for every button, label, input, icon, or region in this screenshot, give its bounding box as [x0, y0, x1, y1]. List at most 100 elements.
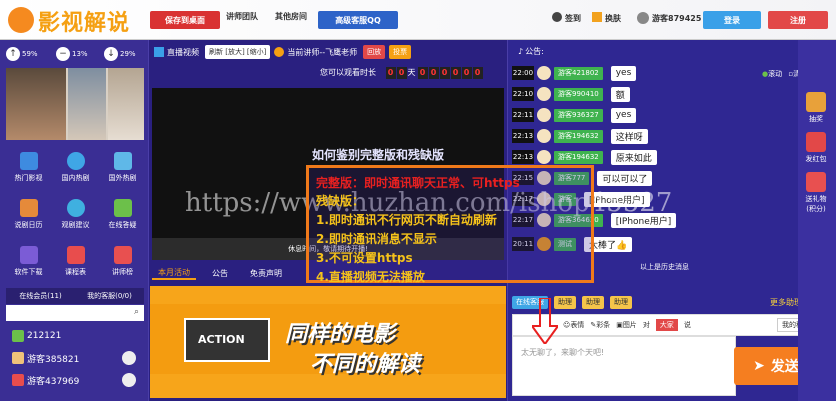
poster-strip[interactable]: [6, 68, 144, 140]
gift-button[interactable]: 送礼物 (积分): [800, 172, 832, 214]
chat-message: yes: [610, 107, 637, 123]
poster-2[interactable]: [68, 68, 106, 140]
signin-link[interactable]: 签到: [565, 13, 581, 24]
feature-grid: 热门影视 国内热剧 国外热剧 说剧日历 观剧建议 在线答疑 软件下载 课程表 讲…: [6, 145, 144, 283]
watch-time-label: 您可以观看时长: [320, 68, 376, 77]
chat-user[interactable]: 游客936327: [554, 108, 603, 122]
lottery-button[interactable]: 抽奖: [800, 92, 832, 124]
grid-qa[interactable]: 在线答疑: [100, 192, 145, 237]
history-divider: 以上是历史消息: [640, 263, 689, 271]
to-label: 对: [642, 321, 650, 329]
tab-announcement[interactable]: 公告: [206, 268, 234, 279]
annotation-line-1: 1.即时通讯不行网页不断自动刷新: [316, 213, 497, 227]
send-icon: ➤: [753, 358, 765, 374]
avatar: [537, 66, 551, 80]
avatar: [537, 129, 551, 143]
poster-3[interactable]: [108, 68, 144, 140]
avatar: [537, 87, 551, 101]
color-bar-button[interactable]: ✎ 彩条: [590, 320, 610, 330]
search-icon[interactable]: ⌕: [134, 307, 139, 317]
chat-time: 22:11: [512, 108, 534, 122]
assistant-badge[interactable]: 助理: [610, 295, 632, 309]
watch-time: 您可以观看时长 00天000000: [320, 67, 483, 79]
chat-user[interactable]: 游客990410: [554, 87, 603, 101]
arrow-up-icon: ↑: [6, 47, 20, 61]
chat-message: 可以可以了: [597, 170, 653, 186]
grid-suggestion[interactable]: 观剧建议: [53, 192, 98, 237]
grid-label: 热门影视: [14, 174, 43, 182]
banner-line-1: 同样的电影: [285, 322, 396, 347]
image-button[interactable]: ▣ 图片: [616, 320, 637, 330]
tab-online-members[interactable]: 在线会员(11): [6, 288, 75, 304]
chat-user[interactable]: 游客421802: [554, 66, 603, 80]
ranking-icon: [113, 246, 132, 264]
monitor-icon: [154, 47, 164, 57]
recipient-select[interactable]: 大家: [655, 319, 678, 331]
arrow-down-icon: [532, 298, 558, 344]
assistant-badge[interactable]: 助理: [582, 295, 604, 309]
grid-calendar[interactable]: 说剧日历: [6, 192, 51, 237]
fr-icon: [113, 152, 132, 170]
refresh-button[interactable]: 刷新 [放大] [缩小]: [205, 45, 271, 59]
say-label: 说: [683, 321, 691, 329]
register-button[interactable]: 注册: [768, 11, 828, 29]
teachers-link[interactable]: 讲师团队: [226, 11, 258, 22]
timer-unit: 天: [407, 68, 416, 77]
chat-message: 原来如此: [610, 149, 657, 165]
grid-ranking[interactable]: 讲师榜: [100, 239, 145, 284]
chat-time: 22:13: [512, 150, 534, 164]
arrow-down-icon: ↓: [104, 47, 118, 61]
grid-label: 软件下载: [14, 268, 43, 276]
user-avatar: [637, 12, 649, 24]
replay-button[interactable]: 回放: [363, 45, 386, 59]
tab-my-service[interactable]: 我的客服(0/0): [75, 288, 144, 304]
list-item[interactable]: 游客385821: [6, 348, 144, 368]
skin-link[interactable]: 换肤: [605, 13, 621, 24]
red-packet-button[interactable]: 发红包: [800, 132, 832, 164]
tab-disclaimer[interactable]: 免责声明: [244, 268, 288, 279]
list-item[interactable]: 游客437969: [6, 370, 144, 390]
chat-time: 22:00: [512, 66, 534, 80]
avatar: [122, 351, 136, 365]
grid-schedule[interactable]: 课程表: [53, 239, 98, 284]
user-name: 212121: [27, 331, 62, 341]
annotation-line-3: 3.不可设置https: [316, 251, 413, 265]
annotation-line-2: 2.即时通讯消息不显示: [316, 232, 437, 246]
emoji-button[interactable]: ☺ 表情: [563, 320, 584, 330]
notice-label: 公告:: [525, 46, 544, 56]
annotation-line-4: 4.直播视频无法播放: [316, 270, 425, 284]
poster-1[interactable]: [6, 68, 66, 140]
promo-banner[interactable]: ACTION 同样的电影 不同的解读: [150, 286, 506, 398]
grid-download[interactable]: 软件下载: [6, 239, 51, 284]
calendar-icon: [19, 199, 38, 217]
vote-button[interactable]: 投票: [389, 45, 412, 59]
grid-domestic-drama[interactable]: 国内热剧: [53, 145, 98, 190]
emoji-label: 表情: [570, 321, 585, 329]
teacher-icon: [274, 47, 285, 57]
timer-digit: 0: [417, 67, 428, 79]
list-item[interactable]: 212121: [6, 326, 144, 346]
chat-toolbar: ☺ 表情 ✎ 彩条 ▣ 图片 对 大家 说 我的私聊: [512, 314, 822, 336]
grid-label: 说剧日历: [14, 221, 43, 229]
chat-message: 额: [610, 86, 630, 102]
tab-monthly-activity[interactable]: 本月活动: [152, 267, 196, 280]
red-packet-label: 发红包: [805, 155, 827, 163]
save-to-desktop-button[interactable]: 保存到桌面: [150, 11, 220, 29]
qq-service-button[interactable]: 高级客服QQ: [318, 11, 398, 29]
avatar: [122, 373, 136, 387]
login-button[interactable]: 登录: [703, 11, 761, 29]
chat-row: 22:13 游客194632 这样呀: [512, 128, 648, 144]
chat-user[interactable]: 游客194632: [554, 129, 603, 143]
play-icon: [19, 152, 38, 170]
other-rooms-link[interactable]: 其他房间: [275, 11, 307, 22]
avatar: [537, 150, 551, 164]
chat-time: 22:13: [512, 129, 534, 143]
chat-user[interactable]: 游客194632: [554, 150, 603, 164]
gift-label: 送礼物: [805, 195, 827, 203]
grid-label: 国内热剧: [61, 174, 90, 182]
grid-hot-movies[interactable]: 热门影视: [6, 145, 51, 190]
annotation-broken-label: 残缺版：: [316, 194, 365, 208]
message-input[interactable]: 太无聊了，来聊个天吧!: [512, 336, 736, 396]
user-search[interactable]: ⌕: [6, 305, 144, 321]
grid-foreign-drama[interactable]: 国外热剧: [100, 145, 145, 190]
